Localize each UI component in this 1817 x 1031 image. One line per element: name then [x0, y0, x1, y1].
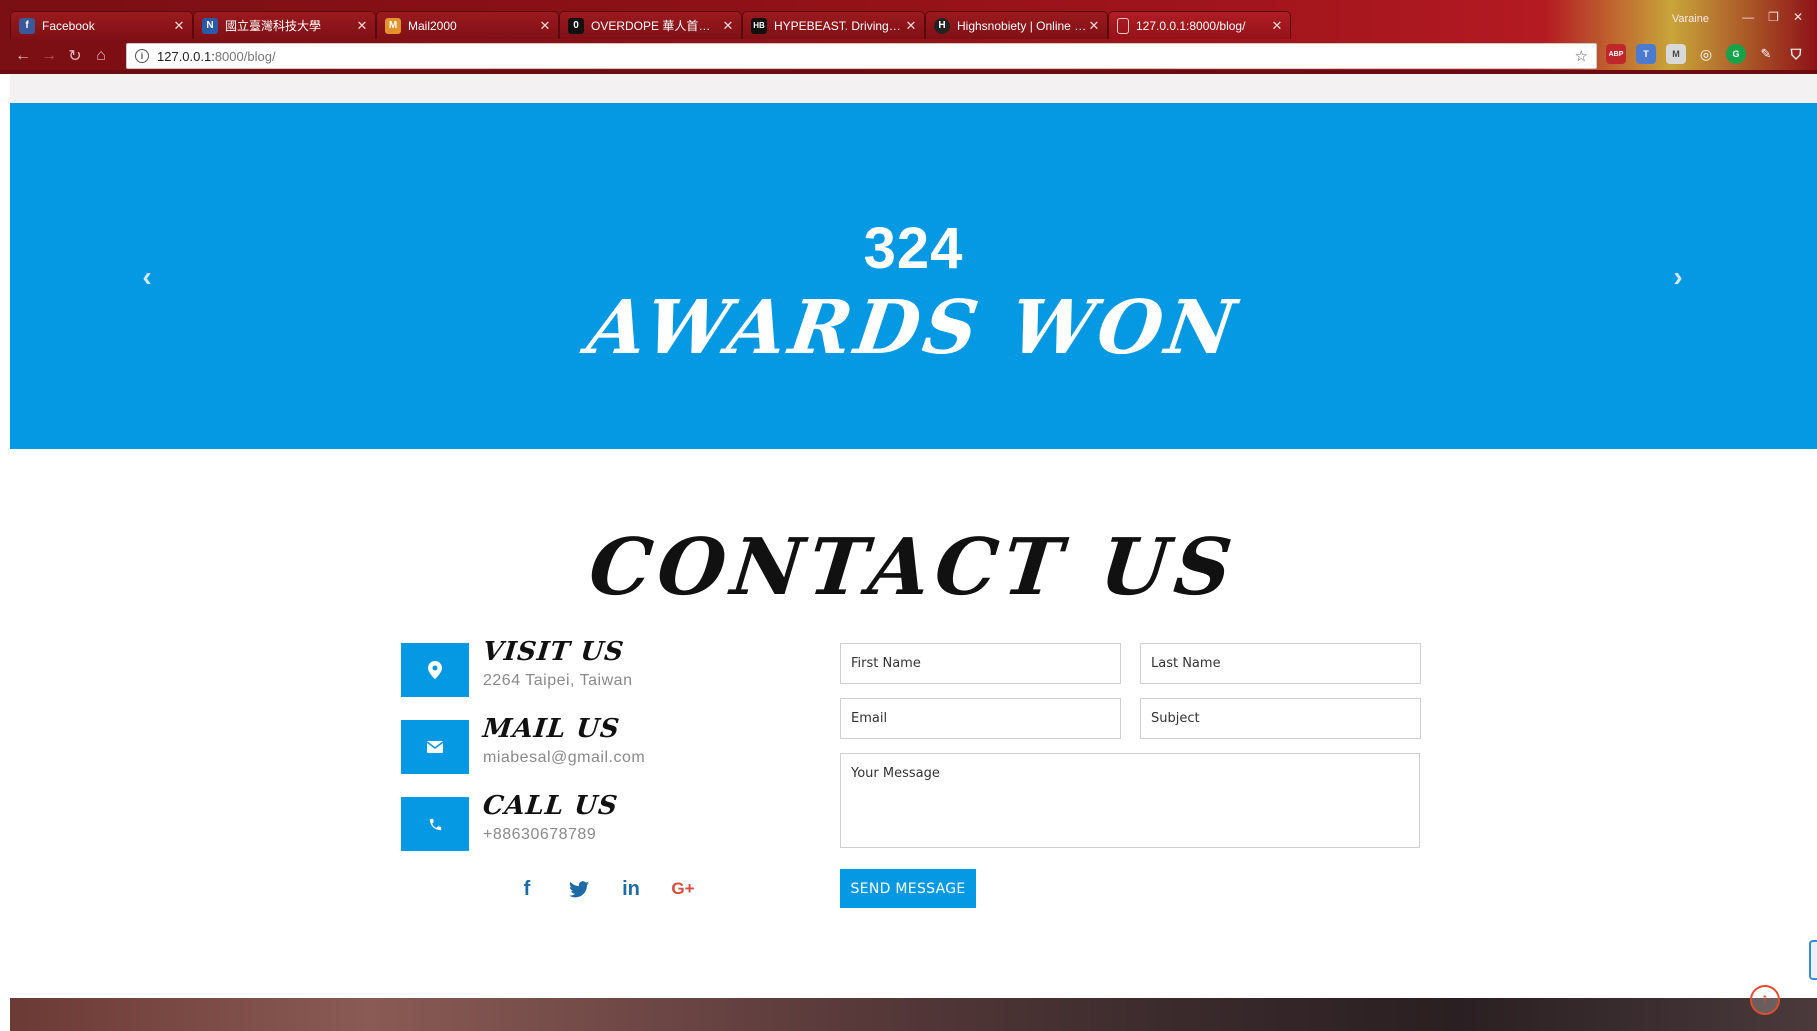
email-input[interactable] — [840, 698, 1121, 739]
mail-us-block: MAIL US miabesal@gmail.com — [401, 714, 701, 774]
url-path: 8000/blog/ — [214, 48, 276, 64]
facebook-icon: f — [19, 17, 35, 34]
awards-counter: 324 — [863, 216, 964, 281]
tab-overdope[interactable]: 0 OVERDOPE 華人首席線上 ✕ — [559, 11, 742, 39]
bookmark-star-icon[interactable]: ☆ — [1575, 47, 1588, 65]
tab-title: HYPEBEAST. Driving Cult — [774, 18, 904, 33]
close-icon[interactable]: ✕ — [904, 18, 918, 34]
close-icon[interactable]: ✕ — [1087, 18, 1101, 34]
tab-title: 127.0.0.1:8000/blog/ — [1136, 18, 1246, 33]
tab-mail2000[interactable]: M Mail2000 ✕ — [376, 11, 559, 39]
tab-ntust[interactable]: N 國立臺灣科技大學 ✕ — [193, 11, 376, 39]
close-icon[interactable]: ✕ — [172, 18, 186, 34]
envelope-icon — [401, 720, 469, 774]
google-plus-icon[interactable]: G+ — [657, 874, 709, 904]
tab-facebook[interactable]: f Facebook ✕ — [10, 11, 193, 39]
tab-title: OVERDOPE 華人首席線上 — [591, 19, 721, 33]
phone-text[interactable]: +88630678789 — [483, 826, 596, 844]
top-nav-strip — [10, 74, 1817, 103]
tab-blog[interactable]: 127.0.0.1:8000/blog/ ✕ — [1108, 11, 1291, 39]
call-us-heading: CALL US — [481, 791, 620, 821]
close-icon[interactable]: ✕ — [721, 18, 735, 34]
chevron-right-icon[interactable]: › — [1663, 257, 1693, 297]
tab-hypebeast[interactable]: HB HYPEBEAST. Driving Cult ✕ — [742, 11, 925, 39]
page-icon — [1117, 17, 1129, 34]
twitter-icon[interactable] — [553, 874, 605, 904]
highsnobiety-icon: H — [934, 17, 950, 34]
mail-checker-icon[interactable]: M — [1666, 44, 1686, 64]
browser-chrome: f Facebook ✕ N 國立臺灣科技大學 ✕ M Mail2000 ✕ 0… — [0, 0, 1817, 74]
mail-us-heading: MAIL US — [481, 714, 622, 744]
overdope-icon: 0 — [568, 17, 584, 34]
shield-icon[interactable]: ⛉ — [1786, 44, 1806, 64]
close-window-icon[interactable]: ✕ — [1793, 10, 1803, 24]
forward-icon[interactable]: → — [36, 43, 62, 69]
side-widget-tab[interactable] — [1809, 940, 1817, 980]
scroll-to-top-icon[interactable]: ↑ — [1750, 985, 1780, 1015]
mail2000-icon: M — [385, 17, 401, 34]
home-icon[interactable]: ⌂ — [88, 43, 114, 69]
translate-icon[interactable]: T — [1636, 44, 1656, 64]
hypebeast-icon: HB — [751, 17, 767, 34]
call-us-block: CALL US +88630678789 — [401, 791, 701, 851]
last-name-input[interactable] — [1140, 643, 1421, 684]
url-host: 127.0.0.1: — [157, 48, 215, 64]
address-text: 2264 Taipei, Taiwan — [483, 672, 633, 689]
edit-icon[interactable]: ✎ — [1756, 44, 1776, 64]
send-message-button[interactable]: SEND MESSAGE — [840, 869, 976, 908]
map-marker-icon — [401, 643, 469, 697]
facebook-icon[interactable]: f — [501, 874, 553, 904]
close-icon[interactable]: ✕ — [355, 18, 369, 34]
tab-highsnobiety[interactable]: H Highsnobiety | Online life ✕ — [925, 11, 1108, 39]
grammarly-icon[interactable]: G — [1726, 44, 1746, 64]
message-textarea[interactable] — [840, 753, 1420, 848]
adblock-icon[interactable]: ABP — [1606, 44, 1626, 64]
tab-title: Mail2000 — [408, 18, 457, 33]
speed-dial-icon[interactable]: ◎ — [1696, 44, 1716, 64]
ntust-icon: N — [202, 17, 218, 34]
phone-icon — [401, 797, 469, 851]
address-bar[interactable]: i 127.0.0.1: 8000/blog/ ☆ — [126, 43, 1597, 69]
extensions-bar: ABP T M ◎ G ✎ ⛉ — [1606, 44, 1806, 64]
awards-label: AWARDS WON — [582, 285, 1245, 371]
minimize-icon[interactable]: — — [1742, 10, 1754, 24]
social-links: f in G+ — [501, 874, 709, 904]
tab-strip: f Facebook ✕ N 國立臺灣科技大學 ✕ M Mail2000 ✕ 0… — [10, 11, 1291, 39]
tab-title: Facebook — [42, 18, 95, 33]
awards-carousel: ‹ 324 AWARDS WON › — [10, 103, 1817, 449]
profile-name[interactable]: Varaine — [1672, 13, 1709, 25]
reload-icon[interactable]: ↻ — [62, 43, 88, 69]
email-text[interactable]: miabesal@gmail.com — [483, 749, 645, 767]
close-icon[interactable]: ✕ — [538, 18, 552, 34]
back-icon[interactable]: ← — [10, 43, 36, 69]
first-name-input[interactable] — [840, 643, 1121, 684]
info-icon[interactable]: i — [135, 49, 149, 63]
browser-toolbar: ← → ↻ ⌂ i 127.0.0.1: 8000/blog/ ☆ ABP T M… — [10, 42, 1817, 70]
close-icon[interactable]: ✕ — [1270, 18, 1284, 34]
linkedin-icon[interactable]: in — [605, 874, 657, 904]
subject-input[interactable] — [1140, 698, 1421, 739]
tab-title: Highsnobiety | Online life — [957, 18, 1087, 33]
footer-photo — [10, 998, 1817, 1031]
visit-us-heading: VISIT US — [481, 637, 626, 667]
maximize-icon[interactable]: ❐ — [1768, 10, 1779, 24]
tab-title: 國立臺灣科技大學 — [225, 19, 322, 33]
visit-us-block: VISIT US 2264 Taipei, Taiwan — [401, 637, 701, 697]
window-controls: — ❐ ✕ — [1742, 10, 1803, 24]
contact-title: CONTACT US — [585, 522, 1242, 613]
